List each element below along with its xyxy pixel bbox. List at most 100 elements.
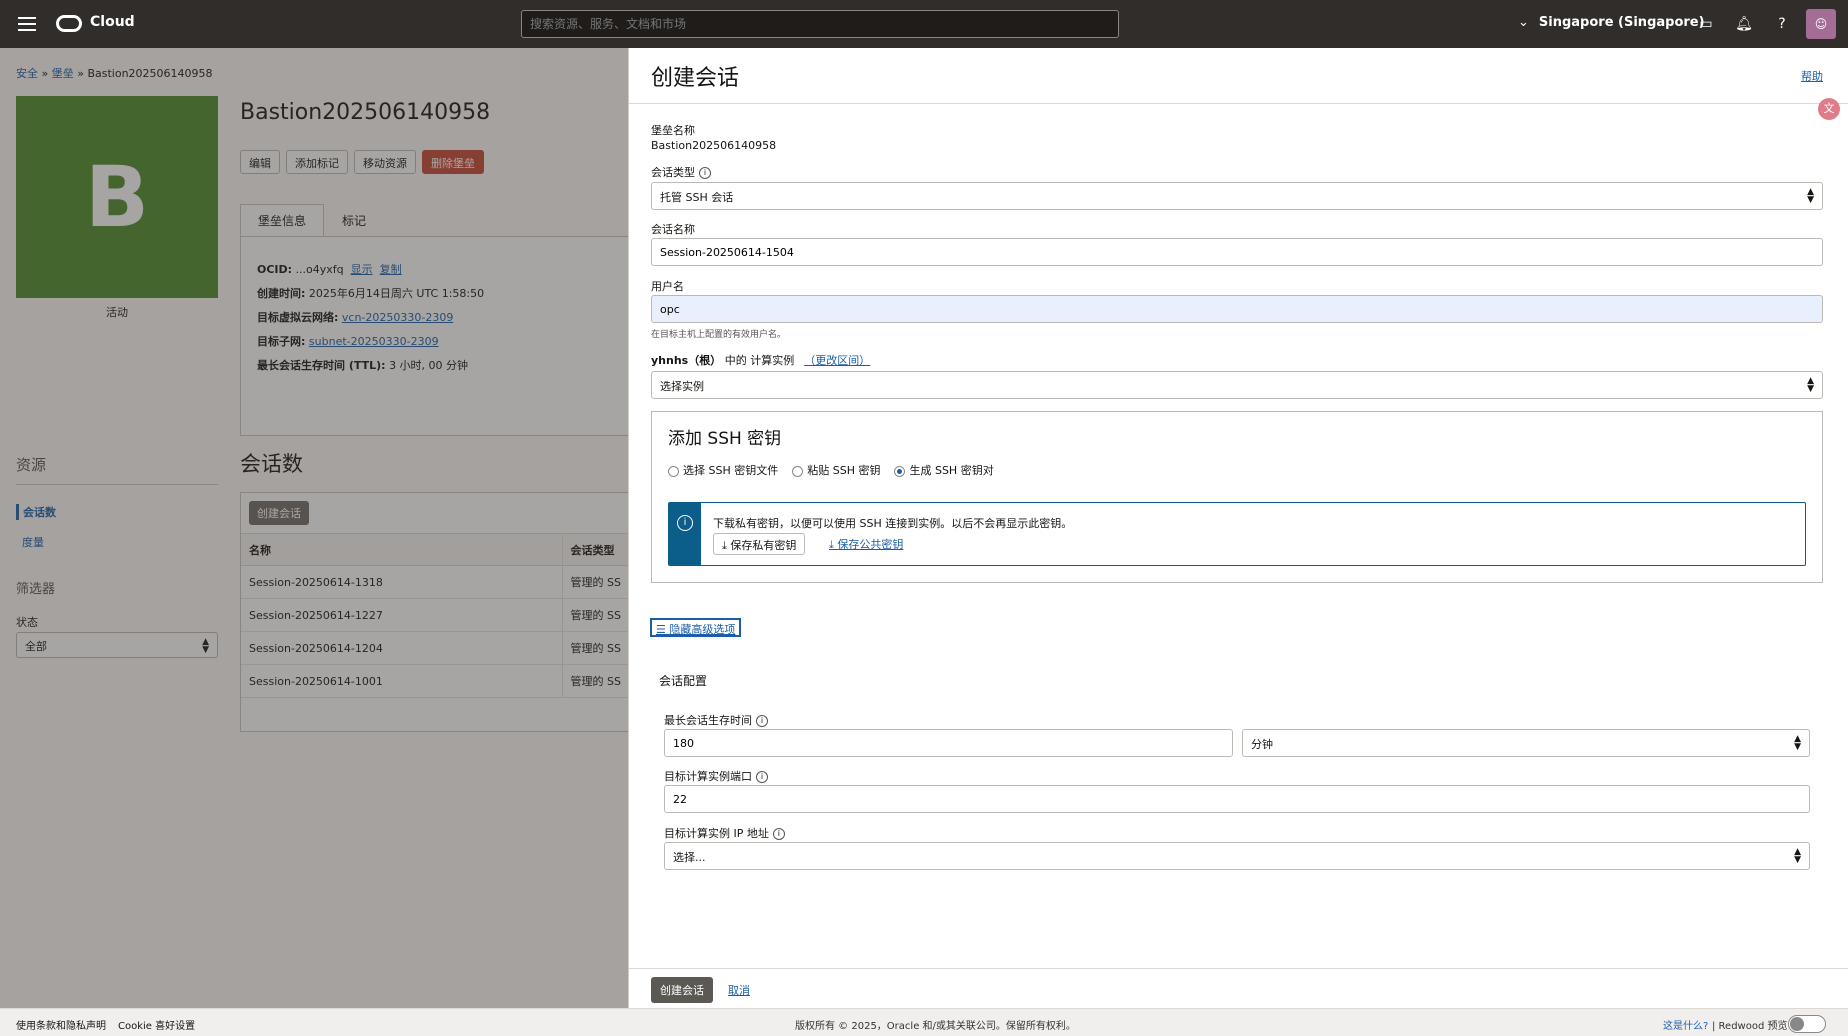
- terms-link[interactable]: 使用条款和隐私声明: [16, 1017, 106, 1032]
- compartment-name: yhnhs（根）: [651, 354, 722, 367]
- hide-advanced-options-button[interactable]: ☰ 隐藏高级选项: [650, 618, 742, 637]
- cloud-shell-icon[interactable]: ▭: [1696, 14, 1716, 34]
- radio-selected-icon[interactable]: [894, 465, 906, 477]
- cancel-link[interactable]: 取消: [728, 982, 750, 998]
- session-type: 管理的 SS: [562, 565, 629, 599]
- notice-bar: i: [669, 503, 701, 565]
- edit-button[interactable]: 编辑: [240, 150, 280, 174]
- session-name-label: 会话名称: [651, 223, 695, 236]
- subnet-label: 目标子网:: [257, 335, 306, 348]
- chevron-down-icon: ⌄: [1518, 15, 1529, 30]
- move-resource-button[interactable]: 移动资源: [354, 150, 416, 174]
- radio-choose-file[interactable]: 选择 SSH 密钥文件: [668, 462, 778, 478]
- oracle-logo-icon[interactable]: [56, 15, 82, 32]
- username-hint: 在目标主机上配置的有效用户名。: [651, 330, 787, 340]
- created-value: 2025年6月14日周六 UTC 1:58:50: [308, 287, 485, 300]
- tab-bastion-info[interactable]: 堡垒信息: [240, 204, 325, 237]
- ocid-copy-link[interactable]: 复制: [380, 263, 402, 276]
- radio-generate-key-label: 生成 SSH 密钥对: [909, 464, 994, 477]
- ip-select[interactable]: 选择... ▲ ▼: [664, 842, 1810, 870]
- resource-item-metrics[interactable]: 度量: [22, 534, 44, 550]
- session-name[interactable]: Session-20250614-1001: [241, 664, 563, 698]
- radio-generate-key[interactable]: 生成 SSH 密钥对: [894, 462, 994, 478]
- info-icon[interactable]: i: [756, 771, 768, 783]
- region-label: Singapore (Singapore): [1538, 15, 1705, 30]
- ocid-value: ...o4yxfq: [295, 263, 344, 276]
- top-bar: Cloud ⌄ Singapore (Singapore) ▭ 🔔︎ ? ☺: [0, 0, 1848, 48]
- subnet-link[interactable]: subnet-20250330-2309: [309, 335, 439, 348]
- bell-icon[interactable]: 🔔︎: [1734, 14, 1754, 34]
- panel-footer: 创建会话 取消: [629, 968, 1848, 1008]
- table-row[interactable]: Session-20250614-1318 管理的 SS: [241, 565, 629, 599]
- cookie-settings-link[interactable]: Cookie 喜好设置: [118, 1017, 195, 1032]
- action-buttons: 编辑 添加标记 移动资源 删除堡垒: [240, 150, 484, 174]
- session-name[interactable]: Session-20250614-1204: [241, 631, 563, 665]
- save-public-key-label: 保存公共密钥: [837, 538, 904, 551]
- brand-label[interactable]: Cloud: [90, 14, 135, 30]
- session-type: 管理的 SS: [562, 664, 629, 698]
- page-title: Bastion202506140958: [240, 100, 491, 125]
- session-name[interactable]: Session-20250614-1227: [241, 598, 563, 632]
- radio-paste-key[interactable]: 粘贴 SSH 密钥: [792, 462, 880, 478]
- vcn-link[interactable]: vcn-20250330-2309: [342, 311, 453, 324]
- menu-icon[interactable]: [16, 14, 38, 34]
- ocid-show-link[interactable]: 显示: [351, 263, 373, 276]
- breadcrumb-security[interactable]: 安全: [16, 67, 38, 80]
- translate-icon[interactable]: 文: [1818, 98, 1840, 120]
- instance-select[interactable]: 选择实例 ▲ ▼: [651, 371, 1823, 399]
- redwood-preview-label: | Redwood 预览: [1712, 1021, 1788, 1032]
- sessions-table: 名称 会话类型 Session-20250614-1318 管理的 SS Sess…: [241, 533, 629, 698]
- radio-icon[interactable]: [792, 465, 804, 477]
- port-input[interactable]: [664, 785, 1810, 813]
- ip-label-text: 目标计算实例 IP 地址: [664, 827, 769, 840]
- column-header-type[interactable]: 会话类型: [562, 533, 629, 566]
- whats-this-link[interactable]: 这是什么?: [1663, 1017, 1708, 1032]
- info-icon[interactable]: i: [699, 167, 711, 179]
- ttl-label-text: 最长会话生存时间: [664, 714, 752, 727]
- created-label: 创建时间:: [257, 287, 306, 300]
- breadcrumb-bastion[interactable]: 堡垒: [52, 67, 74, 80]
- save-private-key-button[interactable]: ⤓ 保存私有密钥: [713, 533, 806, 555]
- state-filter-select[interactable]: 全部 ▲ ▼: [16, 632, 218, 658]
- redwood-preview-toggle[interactable]: [1788, 1015, 1826, 1033]
- resource-item-sessions[interactable]: 会话数: [16, 504, 56, 520]
- user-icon[interactable]: ☺: [1806, 9, 1836, 39]
- session-name[interactable]: Session-20250614-1318: [241, 565, 563, 599]
- info-icon[interactable]: i: [772, 828, 785, 840]
- help-link[interactable]: 帮助: [1801, 68, 1823, 84]
- ttl-input[interactable]: [664, 729, 1233, 757]
- vcn-label: 目标虚拟云网络:: [257, 311, 339, 324]
- radio-choose-file-label: 选择 SSH 密钥文件: [683, 464, 779, 477]
- table-row[interactable]: Session-20250614-1204 管理的 SS: [241, 631, 629, 665]
- create-session-submit-button[interactable]: 创建会话: [651, 977, 713, 1003]
- table-row[interactable]: Session-20250614-1001 管理的 SS: [241, 664, 629, 698]
- search-input[interactable]: [521, 10, 1119, 38]
- bastion-info-panel: OCID: ...o4yxfq 显示 复制 创建时间: 2025年6月14日周六…: [240, 236, 628, 436]
- save-private-key-label: 保存私有密钥: [730, 539, 797, 552]
- change-compartment-link[interactable]: （更改区间）: [804, 354, 870, 367]
- port-label: 目标计算实例端口 i: [664, 768, 768, 784]
- page-footer: 使用条款和隐私声明 Cookie 喜好设置 版权所有 © 2025，Oracle…: [0, 1008, 1848, 1036]
- compartment-text: 中的 计算实例: [724, 354, 795, 367]
- username-input[interactable]: [651, 295, 1823, 323]
- ttl-unit-value: 分钟: [1251, 738, 1273, 751]
- ttl-unit-select[interactable]: 分钟 ▲ ▼: [1242, 729, 1810, 757]
- region-selector[interactable]: ⌄ Singapore (Singapore): [1518, 15, 1705, 30]
- ttl-value: 3 小时, 00 分钟: [389, 359, 469, 372]
- table-row[interactable]: Session-20250614-1227 管理的 SS: [241, 598, 629, 632]
- save-public-key-link[interactable]: ⤓ 保存公共密钥: [829, 536, 903, 552]
- sessions-heading: 会话数: [240, 452, 303, 476]
- create-session-button[interactable]: 创建会话: [249, 501, 309, 525]
- session-type: 管理的 SS: [562, 598, 629, 632]
- help-icon[interactable]: ?: [1772, 14, 1792, 34]
- session-name-input[interactable]: [651, 238, 1823, 266]
- hide-advanced-label: 隐藏高级选项: [669, 623, 736, 636]
- session-type-select[interactable]: 托管 SSH 会话 ▲ ▼: [651, 182, 1823, 210]
- tab-tags[interactable]: 标记: [324, 204, 384, 237]
- add-tags-button[interactable]: 添加标记: [286, 150, 348, 174]
- radio-icon[interactable]: [668, 465, 679, 477]
- delete-bastion-button[interactable]: 删除堡垒: [422, 150, 484, 174]
- ocid-label: OCID:: [257, 263, 293, 276]
- info-icon[interactable]: i: [756, 715, 768, 727]
- column-header-name[interactable]: 名称: [241, 533, 563, 566]
